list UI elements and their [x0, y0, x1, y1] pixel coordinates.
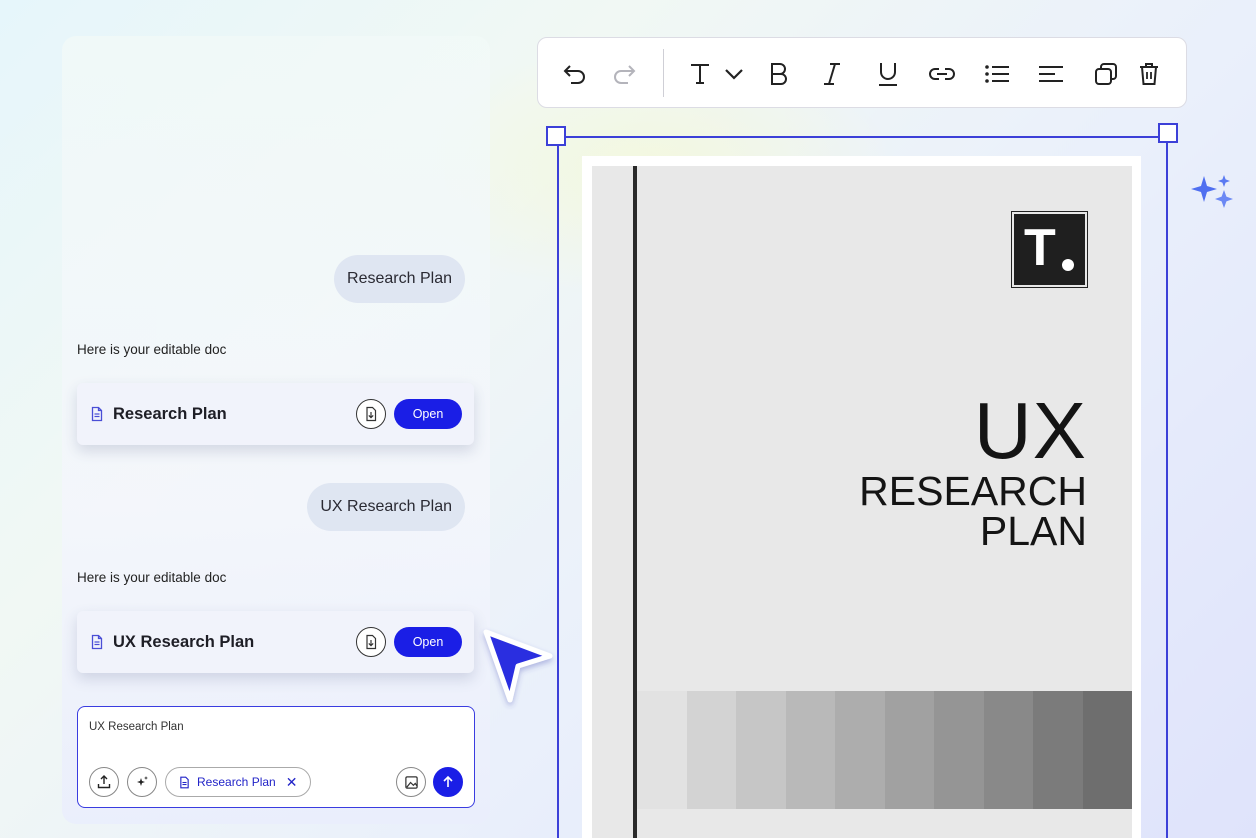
redo-icon[interactable] — [609, 59, 639, 89]
user-message-text: UX Research Plan — [320, 498, 452, 515]
chat-panel: Research Plan Here is your editable doc … — [62, 36, 490, 824]
download-button[interactable] — [356, 399, 386, 429]
attachment-chip-label: Research Plan — [197, 775, 276, 789]
user-message: Research Plan — [334, 255, 465, 303]
format-toolbar — [537, 37, 1187, 108]
document-icon — [89, 634, 105, 650]
doc-card-title: UX Research Plan — [113, 632, 255, 651]
bold-icon[interactable] — [764, 59, 794, 89]
close-icon[interactable]: ✕ — [286, 775, 298, 789]
download-icon — [366, 634, 377, 650]
image-icon — [404, 775, 418, 789]
document-icon — [89, 406, 105, 422]
underline-icon[interactable] — [873, 59, 903, 89]
open-button[interactable]: Open — [394, 399, 462, 429]
bulleted-list-icon[interactable] — [982, 59, 1012, 89]
ai-assist-button[interactable] — [127, 767, 157, 797]
italic-icon[interactable] — [817, 59, 847, 89]
resize-handle-top-left[interactable] — [546, 126, 566, 146]
user-message: UX Research Plan — [307, 483, 465, 531]
selection-box[interactable] — [557, 136, 1168, 838]
chevron-down-icon[interactable] — [719, 59, 749, 89]
upload-button[interactable] — [89, 767, 119, 797]
document-icon — [180, 776, 189, 788]
align-left-icon[interactable] — [1036, 59, 1066, 89]
toolbar-divider — [663, 49, 664, 97]
doc-card[interactable]: Research Plan Open — [77, 383, 474, 445]
attachment-chip[interactable]: Research Plan ✕ — [165, 767, 311, 797]
doc-card-title: Research Plan — [113, 404, 227, 423]
download-icon — [366, 406, 377, 422]
sparkle-icon — [1191, 175, 1233, 208]
upload-icon — [97, 775, 111, 789]
duplicate-icon[interactable] — [1091, 59, 1121, 89]
download-button[interactable] — [356, 627, 386, 657]
sparkle-icon — [137, 776, 148, 786]
undo-icon[interactable] — [560, 59, 590, 89]
message-composer[interactable]: UX Research Plan Research Plan ✕ — [77, 706, 475, 808]
arrow-up-icon — [443, 775, 453, 787]
user-message-text: Research Plan — [347, 270, 452, 287]
assistant-message: Here is your editable doc — [77, 570, 227, 585]
delete-icon[interactable] — [1134, 59, 1164, 89]
pointer-cursor-icon — [483, 629, 553, 703]
open-button[interactable]: Open — [394, 627, 462, 657]
assistant-message: Here is your editable doc — [77, 342, 227, 357]
doc-card[interactable]: UX Research Plan Open — [77, 611, 474, 673]
composer-input[interactable]: UX Research Plan — [89, 721, 184, 733]
link-icon[interactable] — [927, 59, 957, 89]
text-style-icon[interactable] — [685, 59, 715, 89]
resize-handle-top-right[interactable] — [1158, 123, 1178, 143]
image-button[interactable] — [396, 767, 426, 797]
send-button[interactable] — [433, 767, 463, 797]
